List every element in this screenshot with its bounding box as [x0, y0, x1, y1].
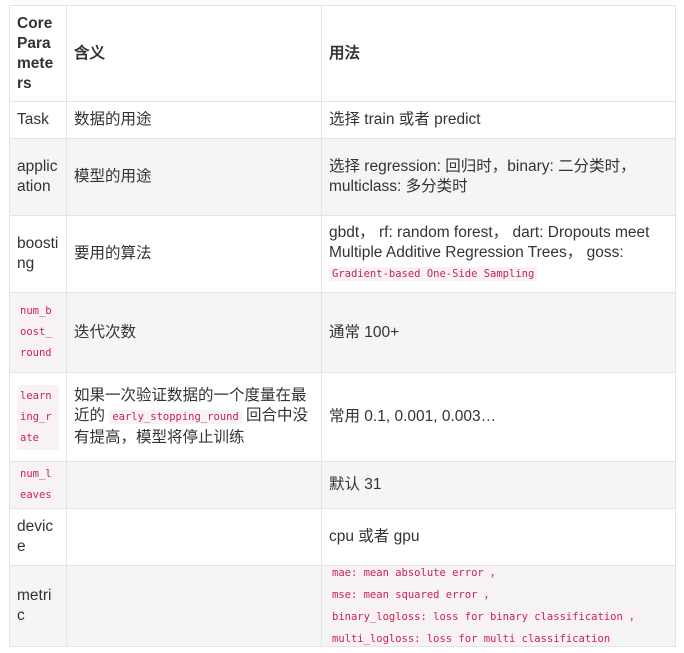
usage-text: 选择 regression: 回归时，binary: 二分类时，	[329, 158, 636, 175]
meaning-text: 数据的用途	[74, 111, 152, 128]
param-name: metric	[17, 587, 52, 624]
param-cell: learning_rate	[10, 373, 67, 462]
usage-block: mae: mean absolute error ， mse: mean squ…	[329, 566, 668, 646]
param-cell: Task	[10, 102, 67, 139]
usage-cell: 默认 31	[322, 462, 676, 509]
param-code: num_boost_round	[17, 300, 59, 365]
usage-text: gbdt， rf: random forest， dart: Dropouts …	[329, 224, 650, 261]
usage-cell: 常用 0.1, 0.001, 0.003…	[322, 373, 676, 462]
meaning-text: 模型的用途	[74, 168, 152, 185]
meaning-cell: 迭代次数	[67, 293, 322, 373]
param-name: boosting	[17, 235, 59, 272]
parameters-table: Core Parameters 含义 用法 Task 数据的用途 选择 trai…	[9, 5, 676, 647]
param-name: device	[17, 518, 54, 555]
header-cell-usage: 用法	[322, 6, 676, 102]
meaning-cell	[67, 509, 322, 566]
usage-cell: cpu 或者 gpu	[322, 509, 676, 566]
usage-cell: 通常 100+	[322, 293, 676, 373]
param-cell: device	[10, 509, 67, 566]
param-name: application	[17, 158, 58, 195]
usage-cell: gbdt， rf: random forest， dart: Dropouts …	[322, 216, 676, 293]
usage-text: cpu 或者 gpu	[329, 528, 420, 545]
meaning-cell	[67, 566, 322, 647]
param-cell: num_leaves	[10, 462, 67, 509]
usage-cell: mae: mean absolute error ， mse: mean squ…	[322, 566, 676, 647]
meaning-cell: 如果一次验证数据的一个度量在最近的 early_stopping_round 回…	[67, 373, 322, 462]
inline-code: mae: mean absolute error ，	[329, 566, 504, 582]
param-cell: boosting	[10, 216, 67, 293]
meaning-cell	[67, 462, 322, 509]
meaning-cell: 要用的算法	[67, 216, 322, 293]
param-code: num_leaves	[17, 463, 59, 507]
inline-code: Gradient-based One-Side Sampling	[329, 267, 538, 281]
meaning-cell: 数据的用途	[67, 102, 322, 139]
param-cell: metric	[10, 566, 67, 647]
usage-cell: 选择 regression: 回归时，binary: 二分类时， multicl…	[322, 139, 676, 216]
usage-text: 常用 0.1, 0.001, 0.003…	[329, 408, 497, 425]
param-cell: application	[10, 139, 67, 216]
header-label: 含义	[74, 44, 106, 62]
meaning-text: 迭代次数	[74, 323, 137, 341]
header-cell-meaning: 含义	[67, 6, 322, 102]
usage-block: 选择 regression: 回归时，binary: 二分类时， multicl…	[329, 157, 636, 197]
usage-block: gbdt， rf: random forest， dart: Dropouts …	[329, 223, 668, 285]
meaning-cell: 模型的用途	[67, 139, 322, 216]
usage-cell: 选择 train 或者 predict	[322, 102, 676, 139]
inline-code: early_stopping_round	[109, 410, 242, 424]
inline-code: multi_logloss: loss for multi classifica…	[329, 630, 614, 646]
usage-text: 选择 train 或者 predict	[329, 111, 481, 128]
param-name: Task	[17, 111, 49, 128]
usage-text: 通常 100+	[329, 323, 400, 341]
inline-code: mse: mean squared error ，	[329, 586, 498, 604]
usage-text: 默认 31	[329, 476, 382, 493]
param-cell: num_boost_round	[10, 293, 67, 373]
usage-text: multiclass: 多分类时	[329, 178, 468, 195]
header-cell-parameters: Core Parameters	[10, 6, 67, 102]
param-code: learning_rate	[17, 384, 59, 450]
header-label: Core Parameters	[17, 14, 54, 92]
header-label: 用法	[329, 44, 361, 62]
inline-code: binary_logloss: loss for binary classifi…	[329, 608, 643, 626]
meaning-block: 如果一次验证数据的一个度量在最近的 early_stopping_round 回…	[74, 386, 314, 448]
meaning-text: 要用的算法	[74, 245, 152, 262]
